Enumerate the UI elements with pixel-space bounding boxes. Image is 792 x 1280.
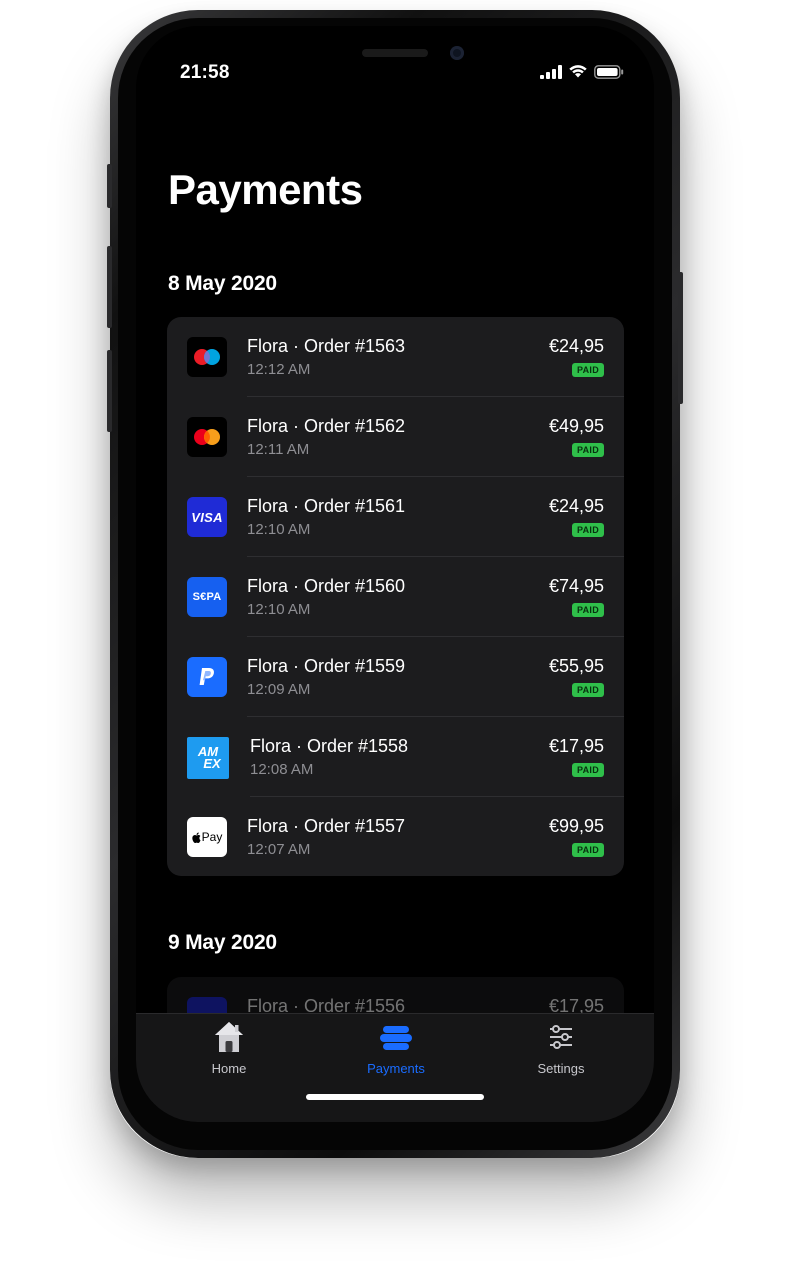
payment-time: 12:10 AM [247, 601, 311, 618]
wifi-icon [569, 65, 587, 78]
payment-row[interactable]: Flora · Order #1559 12:09 AM €55,95 PAID [167, 637, 624, 717]
cellular-signal-icon [540, 64, 562, 79]
payment-name: Flora · Order #1562 [247, 416, 406, 436]
payment-row[interactable]: Flora · Order #1563 12:12 AM €24,95 PAID [167, 317, 624, 397]
payment-name: Flora · Order #1561 [247, 496, 406, 516]
payment-row[interactable]: AM EX Flora · Order #1558 12:08 AM €17,9… [167, 717, 624, 797]
maestro-icon [187, 337, 227, 377]
apple-pay-icon-label: Pay [201, 830, 223, 844]
home-icon [215, 1022, 243, 1052]
payment-time: 12:12 AM [247, 361, 311, 378]
payment-row[interactable]: S€PA Flora · Order #1560 12:10 AM €74,95… [167, 557, 624, 637]
tab-bar: Home Payments Settings [136, 1013, 654, 1122]
payment-amount: €55,95 [548, 656, 604, 676]
sliders-icon [550, 1025, 572, 1049]
payment-amount: €99,95 [548, 816, 604, 836]
tab-payments[interactable]: Payments [336, 1020, 456, 1076]
home-indicator[interactable] [306, 1094, 484, 1100]
mastercard-icon [187, 417, 227, 457]
paypal-icon [187, 657, 227, 697]
paid-badge: PAID [571, 843, 604, 857]
tab-label: Settings [537, 1061, 585, 1076]
phone-screen: 21:58 Payments 8 May 2020 Flora · Order … [136, 26, 654, 1122]
paid-badge: PAID [571, 443, 604, 457]
payment-time: 12:07 AM [247, 841, 311, 858]
payment-name: Flora · Order #1563 [247, 336, 406, 356]
paid-badge: PAID [571, 683, 604, 697]
section-date: 8 May 2020 [168, 272, 277, 295]
payment-name: Flora · Order #1560 [247, 576, 406, 596]
tab-label: Home [211, 1061, 247, 1076]
status-icons [540, 64, 624, 79]
volume-down-button [107, 350, 112, 432]
payment-amount: €24,95 [548, 496, 604, 516]
tab-home[interactable]: Home [169, 1020, 289, 1076]
paid-badge: PAID [571, 363, 604, 377]
visa-icon-label: VISA [191, 509, 223, 525]
tab-settings[interactable]: Settings [501, 1020, 621, 1076]
payments-icon [380, 1026, 412, 1050]
payment-amount: €24,95 [548, 336, 604, 356]
sepa-icon: S€PA [187, 577, 227, 617]
paid-badge: PAID [571, 523, 604, 537]
visa-icon: VISA [187, 497, 227, 537]
apple-logo-icon [191, 832, 201, 843]
payment-amount: €74,95 [548, 576, 604, 596]
payment-row[interactable]: VISA Flora · Order #1561 12:10 AM €24,95… [167, 477, 624, 557]
power-button [678, 272, 683, 404]
payment-time: 12:08 AM [250, 761, 314, 778]
payment-time: 12:09 AM [247, 681, 311, 698]
amex-icon: AM EX [187, 737, 229, 779]
tab-label: Payments [367, 1061, 425, 1076]
payment-name: Flora · Order #1559 [247, 656, 406, 676]
payment-name: Flora · Order #1557 [247, 816, 406, 836]
paid-badge: PAID [571, 603, 604, 617]
payments-card: Flora · Order #1563 12:12 AM €24,95 PAID… [167, 317, 624, 876]
paid-badge: PAID [571, 763, 604, 777]
sepa-icon-label: S€PA [192, 591, 222, 603]
apple-pay-icon: Pay [187, 817, 227, 857]
battery-icon [594, 64, 624, 79]
section-date: 9 May 2020 [168, 931, 277, 954]
payment-time: 12:11 AM [247, 441, 310, 458]
payment-time: 12:10 AM [247, 521, 311, 538]
speaker-grille [362, 49, 428, 57]
payment-row[interactable]: Pay Flora · Order #1557 12:07 AM €99,95 … [167, 797, 624, 876]
payment-row[interactable]: Flora · Order #1562 12:11 AM €49,95 PAID [167, 397, 624, 477]
amex-icon-label-bottom: EX [203, 756, 221, 771]
page-title: Payments [168, 166, 363, 213]
front-camera [450, 46, 464, 60]
payment-name: Flora · Order #1558 [250, 736, 409, 756]
status-time: 21:58 [180, 62, 230, 83]
payment-amount: €49,95 [548, 416, 604, 436]
volume-up-button [107, 246, 112, 328]
mute-switch [107, 164, 112, 208]
payment-amount: €17,95 [548, 736, 604, 756]
